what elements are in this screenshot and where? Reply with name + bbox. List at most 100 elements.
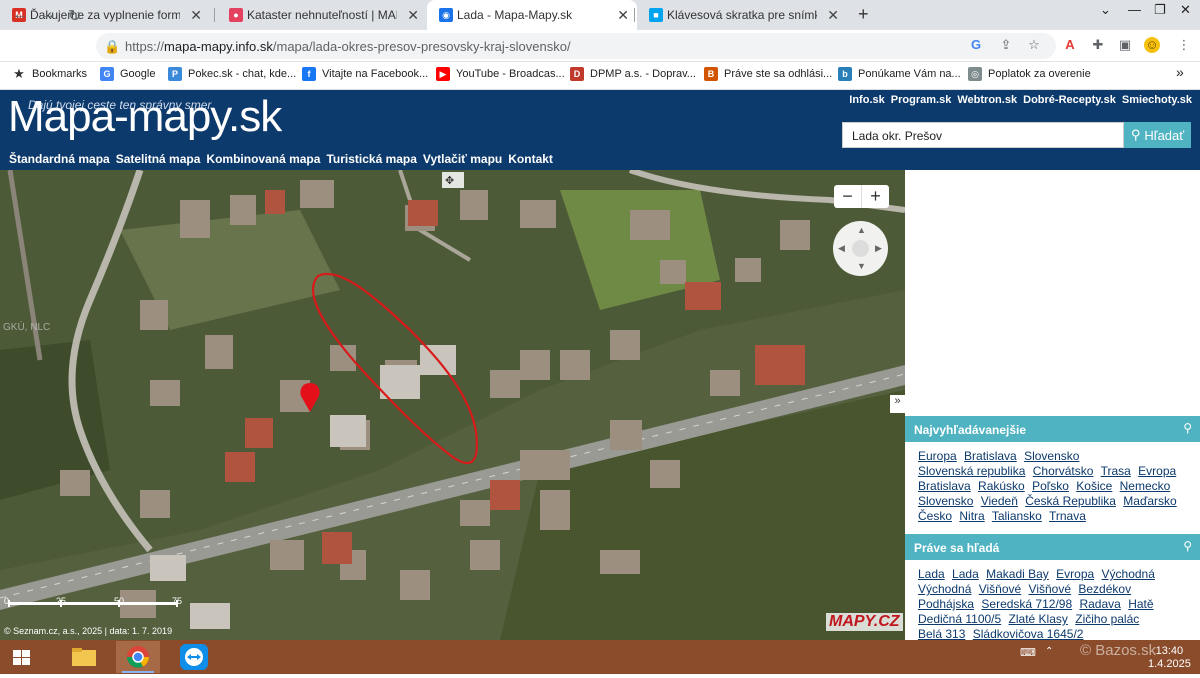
search-link[interactable]: Slovensko [1024, 449, 1079, 463]
close-tab-icon[interactable]: ✕ [827, 7, 839, 24]
search-link[interactable]: Makadi Bay [986, 567, 1049, 581]
close-window-button[interactable]: ✕ [1180, 2, 1191, 18]
search-link[interactable]: Bratislava [964, 449, 1017, 463]
close-tab-icon[interactable]: ✕ [407, 7, 419, 24]
chrome-icon[interactable] [116, 641, 160, 673]
extensions-icon[interactable]: ✚ [1090, 37, 1106, 53]
search-link[interactable]: Europa [918, 449, 957, 463]
lock-icon[interactable]: 🔒 [104, 39, 120, 55]
bookmark-item[interactable]: G Google [100, 67, 155, 81]
menu-item[interactable]: Turistická mapa [326, 152, 416, 166]
reload-icon[interactable]: ↻ [68, 6, 81, 26]
close-tab-icon[interactable]: ✕ [617, 7, 629, 24]
search-link[interactable]: Rakúsko [978, 479, 1025, 493]
bookmark-item[interactable]: ◎ Poplatok za overenie [968, 67, 1091, 81]
search-link[interactable]: Višňové [979, 582, 1021, 596]
menu-item[interactable]: Vytlačiť mapu [423, 152, 502, 166]
keyboard-icon[interactable]: ⌨ [1020, 646, 1036, 659]
minimize-button[interactable]: — [1128, 2, 1141, 17]
site-logo[interactable]: Mapa-mapy.sk [8, 92, 282, 142]
search-link[interactable]: Dedičná 1100/5 [918, 612, 1001, 626]
acrobat-icon[interactable]: A [1062, 37, 1078, 53]
search-link[interactable]: Podhájska [918, 597, 974, 611]
profile-avatar-icon[interactable]: ☺ [1144, 37, 1160, 53]
expand-panel-icon[interactable]: » [890, 395, 905, 413]
bookmark-item[interactable]: D DPMP a.s. - Doprav... [570, 67, 696, 81]
search-link[interactable]: Trnava [1049, 509, 1086, 523]
search-link[interactable]: Poľsko [1032, 479, 1069, 493]
search-button[interactable]: ⚲ Hľadať [1124, 122, 1191, 148]
bookmark-item[interactable]: B Práve ste sa odhlási... [704, 67, 832, 81]
search-link[interactable]: Hatě [1128, 597, 1153, 611]
search-link[interactable]: Viedeň [981, 494, 1018, 508]
bookmark-item[interactable]: ▶ YouTube - Broadcas... [436, 67, 565, 81]
tray-chevron-icon[interactable]: ⌃ [1045, 646, 1053, 657]
bookmark-item[interactable]: f Vitajte na Facebook... [302, 67, 428, 81]
back-icon[interactable]: ← [12, 6, 28, 24]
menu-item[interactable]: Satelitná mapa [116, 152, 201, 166]
tab-4[interactable]: ■ Klávesová skratka pre snímku ob ✕ [637, 0, 847, 30]
search-link[interactable]: Košice [1076, 479, 1112, 493]
search-link[interactable]: Višňové [1029, 582, 1071, 596]
tab-1[interactable]: MĎakujeme za vyplnenie formulár✕ [0, 0, 210, 30]
file-explorer-icon[interactable] [62, 641, 106, 673]
pan-up-icon[interactable]: ▲ [857, 225, 866, 235]
bookmark-star-icon[interactable]: ☆ [1026, 37, 1042, 53]
google-lens-icon[interactable]: G [968, 37, 984, 53]
search-link[interactable]: Česko [918, 509, 952, 523]
search-link[interactable]: Česká Republika [1025, 494, 1116, 508]
map-copyright[interactable]: © Seznam.cz, a.s., 2025 | data: 1. 7. 20… [4, 626, 172, 636]
tab-2[interactable]: ● Kataster nehnuteľností | MAPKA ✕ [217, 0, 427, 30]
pan-center-icon[interactable] [852, 240, 869, 257]
bookmark-item[interactable]: P Pokec.sk - chat, kde... [168, 67, 296, 81]
search-link[interactable]: Bezdékov [1078, 582, 1131, 596]
zoom-in-button[interactable]: + [861, 185, 889, 208]
pan-control[interactable]: ▲ ▼ ◀ ▶ [833, 221, 888, 276]
search-link[interactable]: Lada [952, 567, 979, 581]
pan-down-icon[interactable]: ▼ [857, 261, 866, 271]
share-icon[interactable]: ⇪ [998, 37, 1014, 53]
menu-item[interactable]: Štandardná mapa [9, 152, 110, 166]
windows-start-icon[interactable] [0, 641, 44, 673]
search-link[interactable]: Nitra [959, 509, 984, 523]
search-link[interactable]: Bratislava [918, 479, 971, 493]
pan-left-icon[interactable]: ◀ [838, 243, 845, 254]
search-link[interactable]: Seredská 712/98 [981, 597, 1072, 611]
new-tab-button[interactable]: + [858, 4, 869, 25]
pan-right-icon[interactable]: ▶ [875, 243, 882, 254]
search-link[interactable]: Evropa [1138, 464, 1176, 478]
search-link[interactable]: Belá 313 [918, 627, 965, 640]
menu-item[interactable]: Kontakt [508, 152, 553, 166]
url-text[interactable]: https://mapa-mapy.info.sk/mapa/lada-okre… [125, 39, 571, 54]
restore-button[interactable]: ❐ [1154, 2, 1166, 18]
bookmark-item[interactable]: ★ Bookmarks [12, 67, 87, 81]
search-link[interactable]: Sládkovičova 1645/2 [973, 627, 1084, 640]
search-link[interactable]: Východná [918, 582, 971, 596]
search-link[interactable]: Lada [918, 567, 945, 581]
menu-item[interactable]: Kombinovaná mapa [206, 152, 320, 166]
search-link[interactable]: Nemecko [1120, 479, 1171, 493]
search-link[interactable]: Východná [1102, 567, 1155, 581]
search-link[interactable]: Maďarsko [1123, 494, 1176, 508]
mapy-cz-logo[interactable]: MAPY.CZ [826, 613, 903, 631]
search-link[interactable]: Evropa [1056, 567, 1094, 581]
side-panel-icon[interactable]: ▣ [1117, 37, 1133, 53]
close-tab-icon[interactable]: ✕ [190, 7, 202, 24]
partner-links[interactable]: Info.sk Program.sk Webtron.sk Dobré-Rece… [849, 94, 1192, 106]
clock[interactable]: 13:40 1.4.2025 [1148, 645, 1191, 671]
satellite-map[interactable]: ✥ GKÚ, NLC 0 25 50 75 © Seznam.cz, a.s., 20… [0, 170, 905, 640]
search-link[interactable]: Trasa [1101, 464, 1131, 478]
search-icon[interactable]: ⚲ [1183, 539, 1192, 553]
search-link[interactable]: Slovensko [918, 494, 973, 508]
teamviewer-icon[interactable] [172, 641, 216, 673]
search-link[interactable]: Chorvátsko [1033, 464, 1094, 478]
forward-icon[interactable]: → [40, 6, 56, 24]
search-link[interactable]: Zičiho palác [1075, 612, 1139, 626]
search-link[interactable]: Taliansko [992, 509, 1042, 523]
tab-3[interactable]: ◉ Lada - Mapa-Mapy.sk ✕ [427, 0, 637, 30]
search-input[interactable]: Lada okr. Prešov [842, 122, 1124, 148]
search-icon[interactable]: ⚲ [1183, 421, 1192, 435]
menu-icon[interactable]: ⋮ [1176, 37, 1192, 53]
search-link[interactable]: Radava [1079, 597, 1120, 611]
zoom-out-button[interactable]: − [834, 185, 861, 208]
